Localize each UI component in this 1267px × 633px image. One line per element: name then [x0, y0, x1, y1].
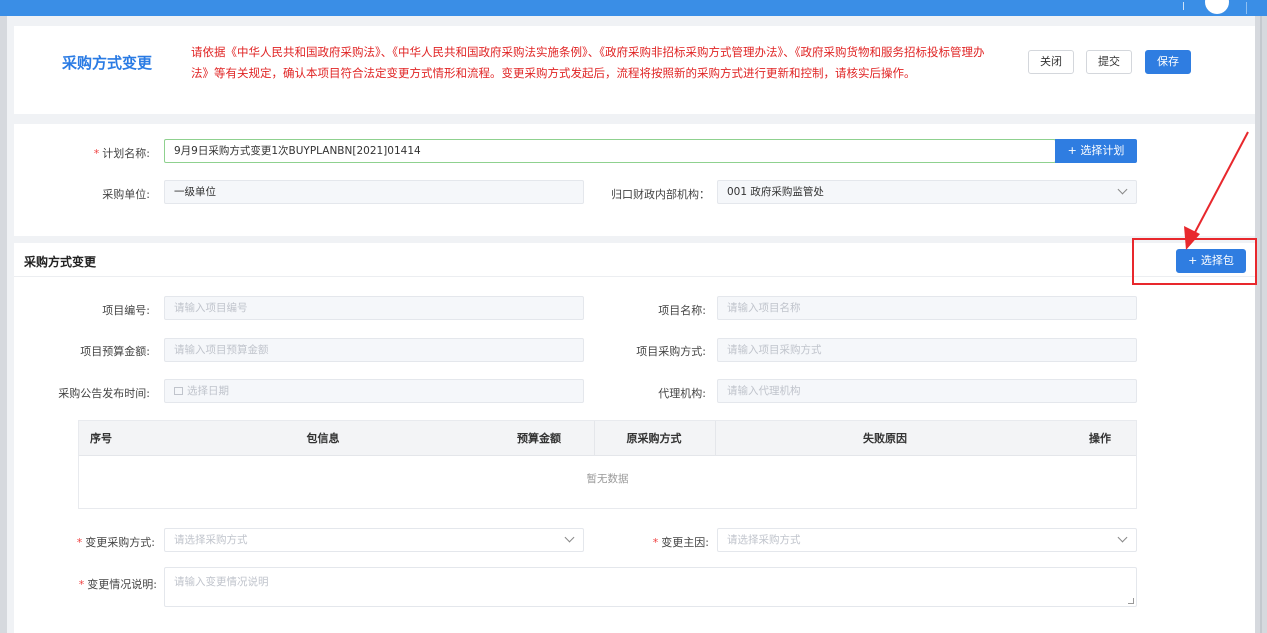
column-header: 失败原因 [863, 432, 907, 445]
select-plan-button[interactable]: + 选择计划 [1055, 139, 1137, 163]
budget-label: 项目预算金额: [80, 345, 150, 358]
new-method-placeholder: 请选择采购方式 [174, 534, 248, 546]
unit-field: 一级单位 [164, 180, 584, 204]
publish-date-picker[interactable]: 选择日期 [164, 379, 584, 403]
agency-input[interactable]: 请输入代理机构 [717, 379, 1137, 403]
section-divider [14, 276, 1255, 277]
project-name-input[interactable]: 请输入项目名称 [717, 296, 1137, 320]
chevron-down-icon [1117, 532, 1128, 543]
project-no-label: 项目编号: [102, 304, 150, 317]
header-divider [1183, 2, 1189, 10]
method-input[interactable]: 请输入项目采购方式 [717, 338, 1137, 362]
column-header: 包信息 [306, 432, 340, 445]
finance-org-value: 001 政府采购监管处 [727, 186, 824, 198]
method-label: 项目采购方式: [636, 345, 706, 358]
scrollbar-track [1260, 16, 1262, 633]
column-header: 操作 [1089, 432, 1111, 445]
close-button[interactable]: 关闭 [1028, 50, 1074, 74]
project-name-label: 项目名称: [658, 304, 706, 317]
unit-label: 采购单位: [102, 188, 150, 201]
publish-date-placeholder: 选择日期 [187, 385, 229, 397]
chevron-down-icon [1117, 184, 1128, 195]
column-header: 原采购方式 [626, 432, 682, 445]
desc-label: * 变更情况说明: [78, 578, 157, 591]
section-title: 采购方式变更 [24, 255, 97, 269]
annotation-arrow-icon [1184, 131, 1249, 250]
empty-state: 暂无数据 [586, 473, 629, 485]
avatar[interactable] [1205, 0, 1229, 14]
header-divider [1246, 2, 1247, 14]
desc-placeholder: 请输入变更情况说明 [174, 576, 269, 588]
reason-label: * 变更主因: [652, 536, 709, 549]
desc-textarea[interactable]: 请输入变更情况说明 [164, 567, 1137, 607]
reason-placeholder: 请选择采购方式 [727, 534, 801, 546]
resize-handle[interactable] [1128, 598, 1134, 604]
chevron-down-icon [564, 532, 575, 543]
reason-select[interactable]: 请选择采购方式 [717, 528, 1137, 552]
plan-name-input[interactable]: 9月9日采购方式变更1次BUYPLANBN[2021]01414 [164, 139, 1056, 163]
new-method-label: * 变更采购方式: [76, 536, 155, 549]
page-title: 采购方式变更 [62, 54, 153, 72]
legal-notice: 请依据《中华人民共和国政府采购法》、《中华人民共和国政府采购法实施条例》、《政府… [191, 45, 985, 80]
budget-input[interactable]: 请输入项目预算金额 [164, 338, 584, 362]
new-method-select[interactable]: 请选择采购方式 [164, 528, 584, 552]
submit-button[interactable]: 提交 [1086, 50, 1132, 74]
finance-org-label: 归口财政内部机构： [611, 188, 710, 201]
package-table: 序号 包信息 预算金额 原采购方式 失败原因 操作 暂无数据 [78, 420, 1137, 509]
save-button[interactable]: 保存 [1145, 50, 1191, 74]
column-header: 预算金额 [517, 432, 561, 445]
publish-date-label: 采购公告发布时间: [58, 387, 150, 400]
calendar-icon [174, 387, 183, 395]
left-scroll-track [0, 16, 7, 633]
agency-label: 代理机构: [658, 387, 706, 400]
column-header: 序号 [90, 432, 112, 445]
plan-name-label: * 计划名称: [93, 147, 150, 160]
finance-org-select[interactable]: 001 政府采购监管处 [717, 180, 1137, 204]
top-header-bar [0, 0, 1267, 16]
table-header: 序号 包信息 预算金额 原采购方式 失败原因 操作 [79, 421, 1136, 456]
project-no-input[interactable]: 请输入项目编号 [164, 296, 584, 320]
scrollbar[interactable] [1255, 16, 1267, 633]
